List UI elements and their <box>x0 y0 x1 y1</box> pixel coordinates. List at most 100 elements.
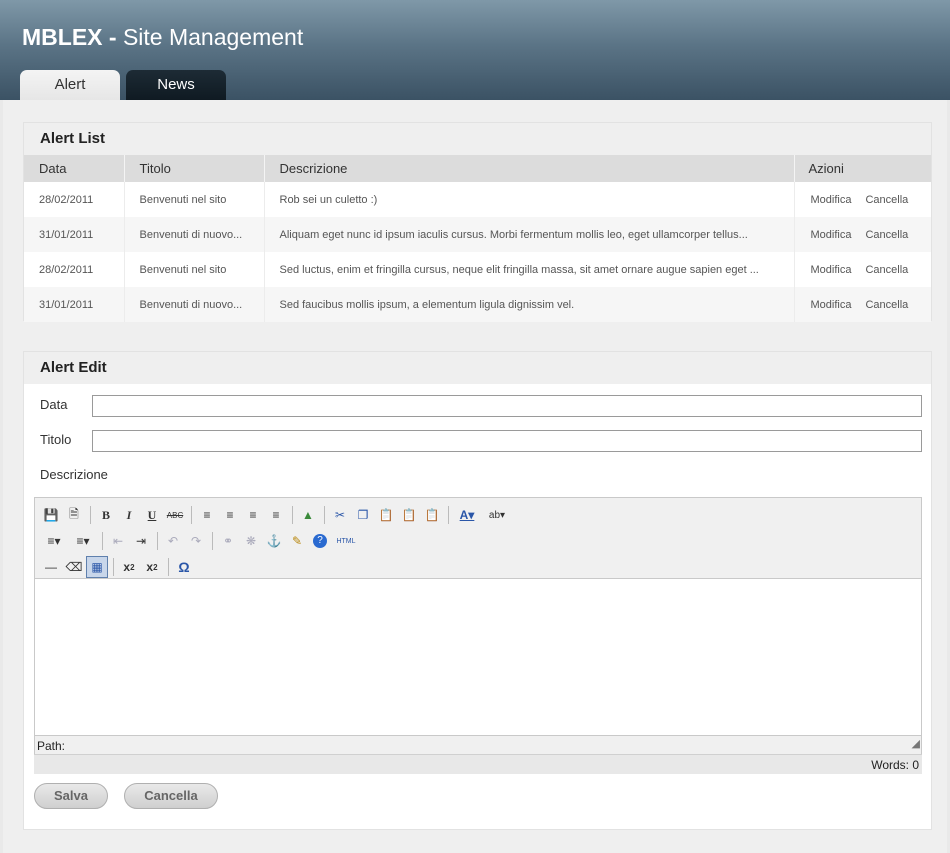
subscript-icon[interactable]: x2 <box>118 556 140 578</box>
toolbar-separator <box>448 506 449 524</box>
modifica-link[interactable]: Modifica <box>811 264 852 276</box>
eraser-icon[interactable]: ⌫ <box>63 556 85 578</box>
copy-icon[interactable]: ❐ <box>352 504 374 526</box>
modifica-link[interactable]: Modifica <box>811 194 852 206</box>
alert-list-panel: Alert List Data Titolo Descrizione Azion… <box>23 122 932 322</box>
app-header: MBLEX - Site Management Alert News <box>0 0 950 100</box>
undo-icon[interactable]: ↶ <box>162 530 184 552</box>
save-icon[interactable]: 💾 <box>40 504 62 526</box>
resize-handle-icon[interactable]: ◢ <box>912 734 920 754</box>
align-center-icon[interactable]: ≡ <box>219 504 241 526</box>
cell-azioni: Modifica Cancella <box>794 252 931 287</box>
cell-titolo: Benvenuti nel sito <box>124 252 265 287</box>
col-azioni: Azioni <box>794 155 931 182</box>
cancella-link[interactable]: Cancella <box>865 299 908 311</box>
cell-titolo: Benvenuti di nuovo... <box>124 287 265 322</box>
editor-path-bar: Path: ◢ <box>35 735 921 755</box>
special-char-icon[interactable]: Ω <box>173 556 195 578</box>
toolbar-row-2: ≡▾ ≡▾ ⇤ ⇥ ↶ ↷ ⚭ ❋ ⚓ ✎ ? HTML <box>40 528 916 554</box>
cell-azioni: Modifica Cancella <box>794 287 931 322</box>
underline-icon[interactable]: U <box>141 504 163 526</box>
cancella-link[interactable]: Cancella <box>865 264 908 276</box>
path-label: Path: <box>37 739 66 753</box>
redo-icon[interactable]: ↷ <box>185 530 207 552</box>
toolbar-separator <box>102 532 103 550</box>
align-left-icon[interactable]: ≡ <box>196 504 218 526</box>
col-data: Data <box>24 155 125 182</box>
cell-data: 28/02/2011 <box>24 252 125 287</box>
numbered-list-icon[interactable]: ≡▾ <box>69 530 97 552</box>
bullet-list-icon[interactable]: ≡▾ <box>40 530 68 552</box>
new-document-icon[interactable]: 🗎 <box>63 504 85 526</box>
editor-content-area[interactable] <box>35 579 921 735</box>
toolbar-separator <box>212 532 213 550</box>
italic-icon[interactable]: I <box>118 504 140 526</box>
titolo-label: Titolo <box>40 432 72 447</box>
font-color-icon[interactable]: A▾ <box>453 504 481 526</box>
outdent-icon[interactable]: ⇤ <box>107 530 129 552</box>
editor-toolbar: 💾 🗎 B I U ABC ≡ ≡ ≡ ≡ ▲ ✂ ❐ 📋 📋 📋 A▾ ab▾… <box>35 498 921 579</box>
rich-text-editor: 💾 🗎 B I U ABC ≡ ≡ ≡ ≡ ▲ ✂ ❐ 📋 📋 📋 A▾ ab▾… <box>34 497 922 774</box>
paste-icon[interactable]: 📋 <box>375 504 397 526</box>
highlight-color-icon[interactable]: ab▾ <box>482 504 512 526</box>
cancella-link[interactable]: Cancella <box>865 229 908 241</box>
link-icon[interactable]: ⚭ <box>217 530 239 552</box>
bold-icon[interactable]: B <box>95 504 117 526</box>
tab-news[interactable]: News <box>126 70 226 100</box>
anchor-icon[interactable]: ⚓ <box>263 530 285 552</box>
cell-descrizione: Rob sei un culetto :) <box>264 182 795 217</box>
html-source-icon[interactable]: HTML <box>332 530 360 552</box>
toolbar-row-3: — ⌫ ▦ x2 x2 Ω <box>40 554 916 580</box>
table-row: 28/02/2011 Benvenuti nel sito Rob sei un… <box>24 182 931 217</box>
cell-descrizione: Sed faucibus mollis ipsum, a elementum l… <box>264 287 795 322</box>
cancella-link[interactable]: Cancella <box>865 194 908 206</box>
cell-descrizione: Aliquam eget nunc id ipsum iaculis cursu… <box>264 217 795 252</box>
align-right-icon[interactable]: ≡ <box>242 504 264 526</box>
cell-descrizione: Sed luctus, enim et fringilla cursus, ne… <box>264 252 795 287</box>
tab-alert[interactable]: Alert <box>20 70 120 100</box>
superscript-icon[interactable]: x2 <box>141 556 163 578</box>
alert-edit-title: Alert Edit <box>24 352 931 384</box>
table-row: 28/02/2011 Benvenuti nel sito Sed luctus… <box>24 252 931 287</box>
unlink-icon[interactable]: ❋ <box>240 530 262 552</box>
toolbar-separator <box>324 506 325 524</box>
data-input[interactable] <box>92 395 922 417</box>
cancel-button[interactable]: Cancella <box>124 783 218 809</box>
paste-text-icon[interactable]: 📋 <box>398 504 420 526</box>
table-row: 31/01/2011 Benvenuti di nuovo... Sed fau… <box>24 287 931 322</box>
cut-icon[interactable]: ✂ <box>329 504 351 526</box>
data-label: Data <box>40 397 68 412</box>
table-header-row: Data Titolo Descrizione Azioni <box>24 155 931 182</box>
word-count: Words: 0 <box>34 754 922 774</box>
table-icon[interactable]: ▦ <box>86 556 108 578</box>
toolbar-separator <box>157 532 158 550</box>
modifica-link[interactable]: Modifica <box>811 299 852 311</box>
cell-titolo: Benvenuti di nuovo... <box>124 217 265 252</box>
col-titolo: Titolo <box>124 155 265 182</box>
alert-table: Data Titolo Descrizione Azioni 28/02/201… <box>24 155 931 322</box>
indent-icon[interactable]: ⇥ <box>130 530 152 552</box>
cell-azioni: Modifica Cancella <box>794 217 931 252</box>
modifica-link[interactable]: Modifica <box>811 229 852 241</box>
alert-edit-panel: Alert Edit Data Titolo Descrizione 💾 🗎 B… <box>23 351 932 830</box>
cell-data: 31/01/2011 <box>24 287 125 322</box>
toolbar-separator <box>191 506 192 524</box>
help-icon[interactable]: ? <box>309 530 331 552</box>
strikethrough-icon[interactable]: ABC <box>164 504 186 526</box>
toolbar-separator <box>113 558 114 576</box>
save-button[interactable]: Salva <box>34 783 108 809</box>
image-icon[interactable]: ▲ <box>297 504 319 526</box>
col-descrizione: Descrizione <box>264 155 795 182</box>
cell-data: 31/01/2011 <box>24 217 125 252</box>
titolo-input[interactable] <box>92 430 922 452</box>
horizontal-rule-icon[interactable]: — <box>40 556 62 578</box>
toolbar-row-1: 💾 🗎 B I U ABC ≡ ≡ ≡ ≡ ▲ ✂ ❐ 📋 📋 📋 A▾ ab▾ <box>40 502 916 528</box>
alert-list-title: Alert List <box>24 123 931 155</box>
paste-word-icon[interactable]: 📋 <box>421 504 443 526</box>
main-content: Alert List Data Titolo Descrizione Azion… <box>3 100 947 853</box>
app-title: MBLEX - Site Management <box>22 24 304 50</box>
cleanup-icon[interactable]: ✎ <box>286 530 308 552</box>
align-justify-icon[interactable]: ≡ <box>265 504 287 526</box>
cell-azioni: Modifica Cancella <box>794 182 931 217</box>
cell-titolo: Benvenuti nel sito <box>124 182 265 217</box>
